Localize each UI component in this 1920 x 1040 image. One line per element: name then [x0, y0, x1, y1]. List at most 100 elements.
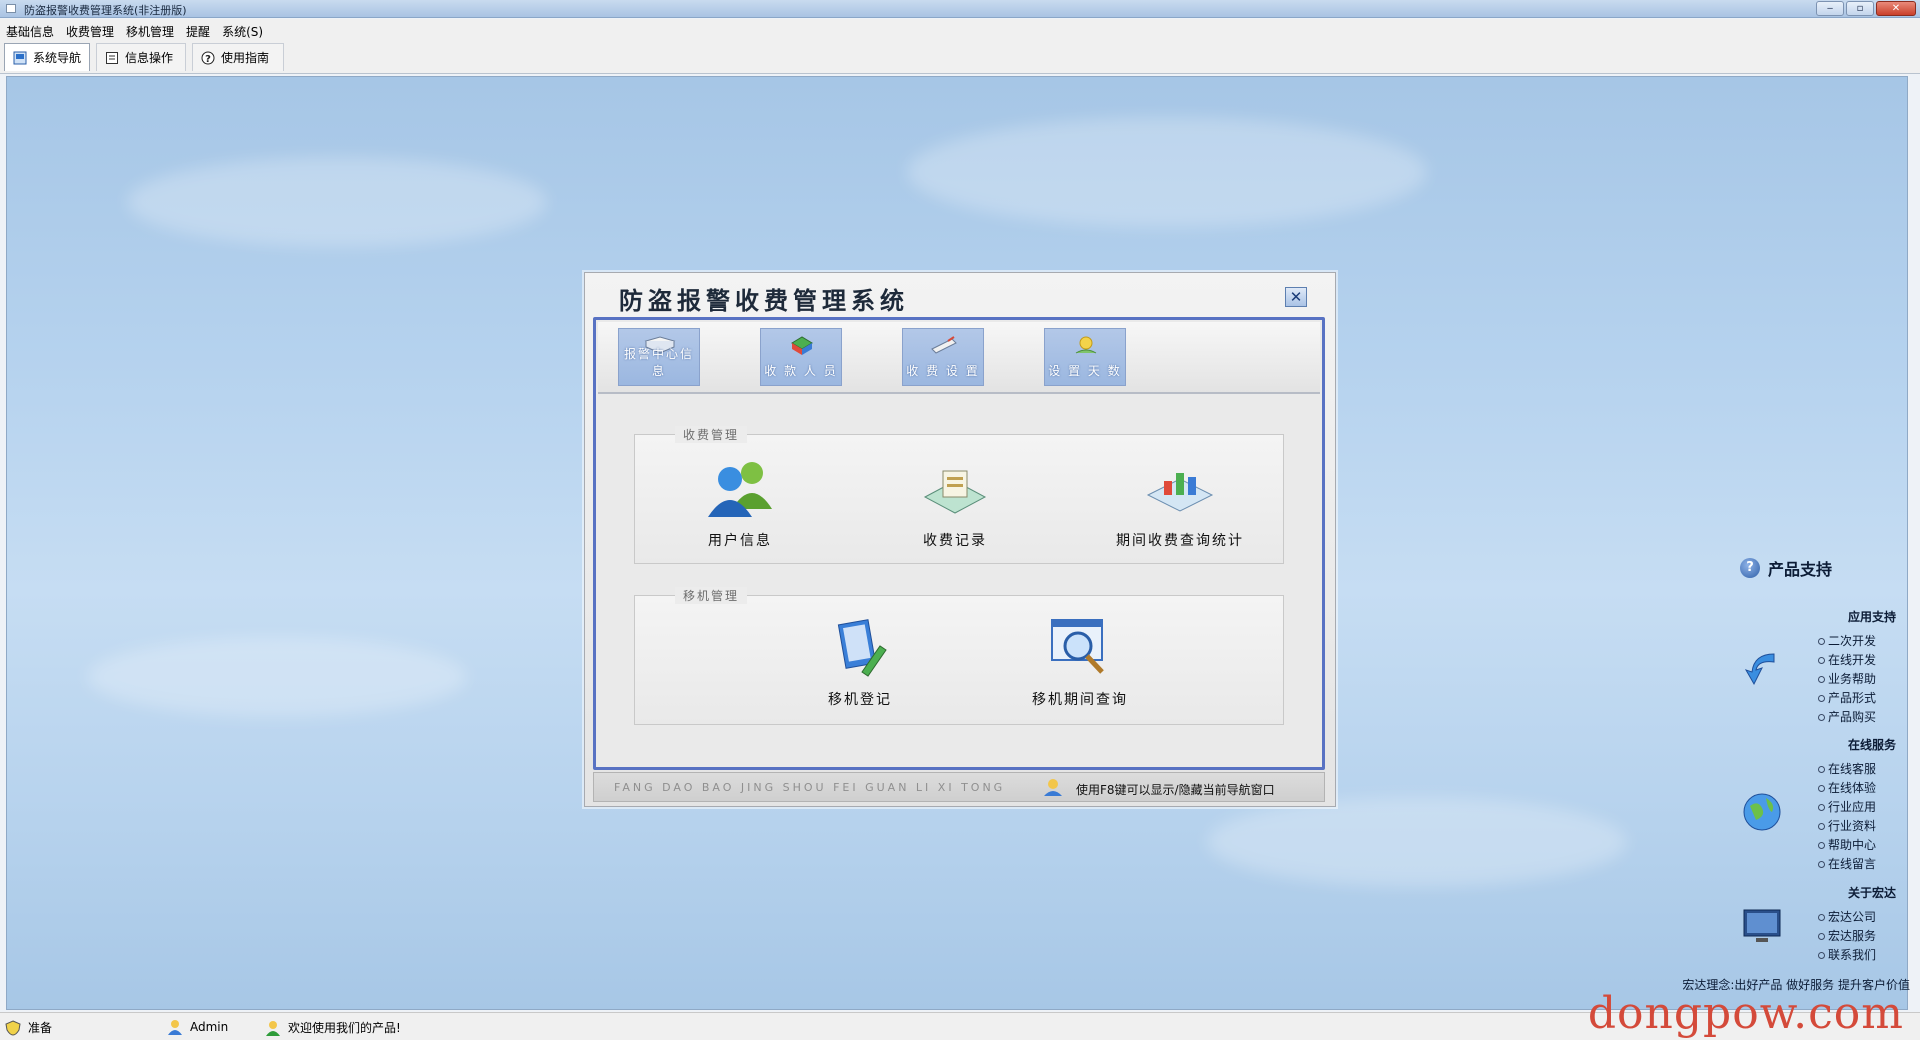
fee-records-shortcut[interactable]: 收费记录: [895, 457, 1015, 550]
link-help-center[interactable]: 帮助中心: [1818, 836, 1876, 855]
close-button[interactable]: ✕: [1876, 1, 1916, 16]
chart-icon: [1146, 473, 1214, 512]
relocation-management-group: 移机管理 移机登记 移机期间查询: [634, 587, 1284, 725]
set-days-button[interactable]: 设 置 天 数: [1044, 328, 1126, 386]
menu-system[interactable]: 系统(S): [218, 19, 271, 40]
item-label: 移机期间查询: [1032, 692, 1128, 708]
window-title-bar: 防盗报警收费管理系统(非注册版) ‒ ▫ ✕: [0, 0, 1920, 18]
monitor-icon: [1743, 909, 1781, 942]
help-icon: ?: [201, 51, 215, 65]
box-icon: [791, 336, 813, 355]
footer-pinyin: FANG DAO BAO JING SHOU FEI GUAN LI XI TO…: [614, 781, 1006, 794]
dialog-title: 防盗报警收费管理系统: [619, 286, 909, 315]
item-label: 用户信息: [708, 533, 772, 549]
svg-text:?: ?: [205, 54, 211, 65]
button-label: 收 费 设 置: [906, 364, 980, 378]
maximize-button[interactable]: ▫: [1846, 1, 1874, 16]
lock-user-icon: [266, 1020, 280, 1036]
group-legend: 收费管理: [675, 426, 748, 443]
dialog-footer: FANG DAO BAO JING SHOU FEI GUAN LI XI TO…: [593, 772, 1325, 802]
navigation-dialog: 防盗报警收费管理系统 ✕ 报警中心信息 收 款 人 员 收 费 设 置 设 置 …: [584, 272, 1336, 807]
tab-system-nav[interactable]: 系统导航: [4, 43, 90, 71]
document-icon: [105, 51, 119, 65]
tab-label: 使用指南: [221, 51, 270, 65]
period-fee-stats-shortcut[interactable]: 期间收费查询统计: [1095, 457, 1265, 550]
relocation-period-query-shortcut[interactable]: 移机期间查询: [1015, 616, 1145, 709]
link-business-help[interactable]: 业务帮助: [1818, 670, 1876, 689]
dialog-close-button[interactable]: ✕: [1285, 287, 1307, 307]
user-icon: [168, 1020, 182, 1035]
relocation-register-shortcut[interactable]: 移机登记: [805, 616, 915, 709]
sky-cloud: [87, 637, 467, 717]
toolbar: 系统导航 信息操作 ? 使用指南: [0, 40, 1920, 74]
fee-settings-button[interactable]: 收 费 设 置: [902, 328, 984, 386]
status-ready: 准备: [4, 1019, 52, 1036]
item-label: 移机登记: [828, 692, 892, 708]
status-welcome: 欢迎使用我们的产品!: [264, 1019, 401, 1036]
link-product-purchase[interactable]: 产品购买: [1818, 708, 1876, 727]
section-heading: 在线服务: [1847, 738, 1896, 752]
current-user: Admin: [190, 1020, 229, 1034]
nav-icon: [13, 51, 27, 65]
menu-bar: 基础信息 收费管理 移机管理 提醒 系统(S): [0, 19, 1920, 40]
product-support-panel: ? 产品支持 应用支持 二次开发 在线开发 业务帮助 产品形式 产品购买 在线服…: [1682, 556, 1910, 996]
dialog-top-bar: 报警中心信息 收 款 人 员 收 费 设 置 设 置 天 数: [598, 322, 1320, 394]
online-service-section: 在线服务 在线客服 在线体验 行业应用 行业资料 帮助中心 在线留言: [1740, 736, 1896, 871]
window-title: 防盗报警收费管理系统(非注册版): [24, 4, 187, 17]
link-industry-docs[interactable]: 行业资料: [1818, 817, 1876, 836]
support-title-row: ? 产品支持: [1740, 556, 1832, 580]
tab-label: 系统导航: [33, 51, 82, 65]
app-icon: [6, 4, 16, 13]
tab-label: 信息操作: [125, 51, 174, 65]
item-label: 收费记录: [923, 533, 987, 549]
sky-cloud: [1207, 797, 1627, 887]
online-service-links: 在线客服 在线体验 行业应用 行业资料 帮助中心 在线留言: [1818, 760, 1876, 874]
support-title: 产品支持: [1768, 560, 1833, 579]
menu-relocation-management[interactable]: 移机管理: [122, 19, 182, 40]
link-online-dev[interactable]: 在线开发: [1818, 651, 1876, 670]
fee-management-group: 收费管理 用户信息 收费记录 期间收费查询统计: [634, 426, 1284, 564]
records-icon: [923, 470, 987, 514]
globe-icon: [1743, 793, 1781, 831]
minimize-button[interactable]: ‒: [1816, 1, 1844, 16]
link-online-support[interactable]: 在线客服: [1818, 760, 1876, 779]
window-controls: ‒ ▫ ✕: [1816, 1, 1916, 16]
button-label: 报警中心信息: [623, 347, 694, 378]
link-product-forms[interactable]: 产品形式: [1818, 689, 1876, 708]
sky-cloud: [127, 157, 547, 247]
menu-reminder[interactable]: 提醒: [182, 19, 218, 40]
link-online-trial[interactable]: 在线体验: [1818, 779, 1876, 798]
app-support-section: 应用支持 二次开发 在线开发 业务帮助 产品形式 产品购买: [1740, 608, 1896, 724]
tab-user-guide[interactable]: ? 使用指南: [192, 43, 284, 71]
user-info-shortcut[interactable]: 用户信息: [685, 457, 795, 550]
about-section: 关于宏达 宏达公司 宏达服务 联系我们: [1740, 884, 1896, 962]
payee-button[interactable]: 收 款 人 员: [760, 328, 842, 386]
notepad-icon: [837, 619, 887, 677]
tab-info-operation[interactable]: 信息操作: [96, 43, 186, 71]
menu-basic-info[interactable]: 基础信息: [2, 19, 62, 40]
arrow-icon: [1744, 653, 1775, 686]
site-watermark: dongpow.com: [1587, 988, 1904, 1039]
group-legend: 移机管理: [675, 587, 748, 604]
button-label: 设 置 天 数: [1048, 364, 1122, 378]
link-secondary-dev[interactable]: 二次开发: [1818, 632, 1876, 651]
menu-fee-management[interactable]: 收费管理: [62, 19, 122, 40]
link-industry-apps[interactable]: 行业应用: [1818, 798, 1876, 817]
magnifier-icon: [1051, 619, 1104, 674]
link-company[interactable]: 宏达公司: [1818, 908, 1876, 927]
link-services[interactable]: 宏达服务: [1818, 927, 1876, 946]
sun-icon: [1075, 336, 1097, 354]
alarm-center-info-button[interactable]: 报警中心信息: [618, 328, 700, 386]
status-text: 准备: [28, 1021, 53, 1035]
dialog-frame: 报警中心信息 收 款 人 员 收 费 设 置 设 置 天 数 收费管理 用户信息…: [593, 317, 1325, 770]
link-leave-message[interactable]: 在线留言: [1818, 855, 1876, 874]
section-heading: 应用支持: [1847, 610, 1896, 624]
welcome-text: 欢迎使用我们的产品!: [288, 1021, 401, 1035]
app-support-links: 二次开发 在线开发 业务帮助 产品形式 产品购买: [1818, 632, 1876, 727]
status-user: Admin: [166, 1019, 228, 1035]
user-hint-icon: [1044, 779, 1062, 796]
shield-icon: [5, 1019, 21, 1036]
users-icon: [708, 462, 772, 517]
pencil-icon: [931, 336, 957, 354]
link-contact-us[interactable]: 联系我们: [1818, 946, 1876, 965]
